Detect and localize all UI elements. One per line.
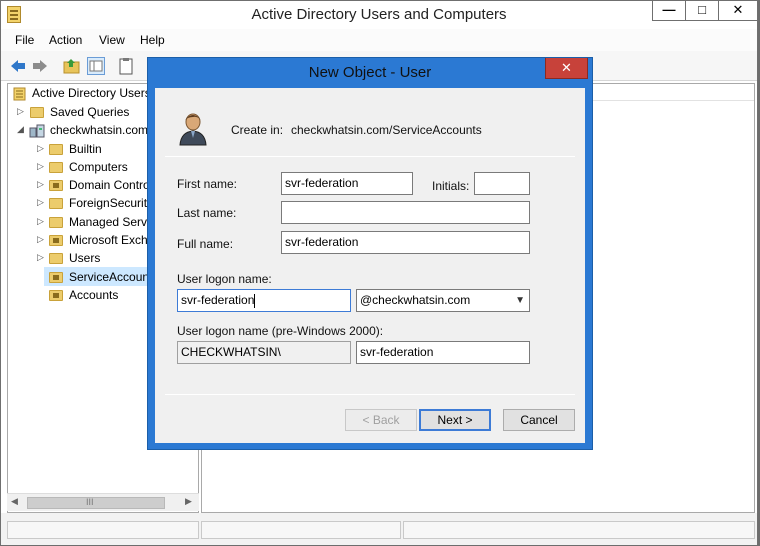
minimize-button[interactable]: — [652,1,686,21]
title-bar: Active Directory Users and Computers — □… [1,1,758,29]
menu-file[interactable]: File [15,33,34,47]
domain-icon [29,124,45,138]
menu-bar: File Action View Help [1,29,757,51]
ou-folder-icon [49,272,63,283]
tree-item-label: ServiceAccount [69,270,153,284]
user-logon-name-field[interactable]: svr-federation [177,289,351,312]
tree-item-label: Users [69,251,101,265]
full-name-label: Full name: [177,237,234,251]
folder-icon [49,162,63,173]
expand-arrow-icon[interactable]: ▷ [37,161,44,172]
initials-label: Initials: [432,179,470,193]
menu-action[interactable]: Action [49,33,82,47]
expand-arrow-icon[interactable]: ▷ [37,252,44,263]
folder-icon [30,107,44,118]
status-bar [1,513,757,545]
new-object-user-dialog: New Object - User ✕ Create in: checkwhat… [147,57,593,450]
expand-arrow-icon[interactable]: ▷ [17,106,24,117]
tree-item-label: ForeignSecurity [69,196,154,210]
user-icon [179,113,207,146]
dialog-close-button[interactable]: ✕ [545,58,588,79]
tree-item-label: Microsoft Excha [69,233,155,247]
back-button[interactable]: < Back [345,409,417,431]
last-name-field[interactable] [281,201,530,224]
last-name-label: Last name: [177,206,237,220]
scrollbar-grip-icon: III [86,497,94,507]
user-logon-name-value: svr-federation [181,293,255,307]
tree-item-label: Saved Queries [50,105,130,119]
text-caret [254,293,256,308]
ad-root-icon [13,87,26,101]
pre-windows-2000-logon-field[interactable]: svr-federation [356,341,530,364]
show-console-tree-icon[interactable] [87,57,105,75]
dialog-title: New Object - User [308,64,432,81]
collapse-arrow-icon[interactable]: ◢ [17,124,24,135]
first-name-field[interactable]: svr-federation [281,172,413,195]
scroll-left-icon[interactable]: ◀ [11,496,18,507]
user-logon-name-label: User logon name: [177,272,272,286]
next-button[interactable]: Next > [419,409,491,431]
status-cell [201,521,401,539]
chevron-down-icon[interactable]: ▼ [515,290,525,311]
tree-root-label: Active Directory Users [32,86,151,100]
domain-suffix-dropdown[interactable]: @checkwhatsin.com ▼ [356,289,530,312]
pre-windows-2000-domain: CHECKWHATSIN\ [177,341,351,364]
tree-item-label: Computers [69,160,128,174]
expand-arrow-icon[interactable]: ▷ [37,197,44,208]
forward-arrow-icon[interactable] [31,57,49,75]
close-window-button[interactable]: ✕ [718,1,758,21]
ou-folder-icon [49,235,63,246]
expand-arrow-icon[interactable]: ▷ [37,216,44,227]
expand-arrow-icon[interactable]: ▷ [37,234,44,245]
separator [165,156,575,157]
folder-icon [49,253,63,264]
status-cell [403,521,755,539]
tree-item-label: Accounts [69,288,119,302]
full-name-field[interactable]: svr-federation [281,231,530,254]
menu-help[interactable]: Help [140,33,165,47]
tree-item-label: Builtin [69,142,102,156]
domain-suffix-value: @checkwhatsin.com [360,293,471,307]
expand-arrow-icon[interactable]: ▷ [37,179,44,190]
horizontal-scrollbar[interactable]: ◀ III ▶ [7,493,199,511]
create-in-label: Create in: [231,123,284,137]
status-cell [7,521,199,539]
folder-icon [49,198,63,209]
tree-item-label: checkwhatsin.com [50,123,149,137]
scrollbar-thumb[interactable]: III [27,497,165,509]
expand-arrow-icon[interactable]: ▷ [37,143,44,154]
window-title: Active Directory Users and Computers [251,6,507,23]
tree-item-label: Domain Contro [69,178,150,192]
folder-icon [49,144,63,155]
folder-icon [49,217,63,228]
ou-folder-icon [49,180,63,191]
dialog-body: Create in: checkwhatsin.com/ServiceAccou… [155,88,585,443]
ou-folder-icon [49,290,63,301]
cancel-button[interactable]: Cancel [503,409,575,431]
first-name-label: First name: [177,177,238,191]
separator [165,394,575,395]
scroll-right-icon[interactable]: ▶ [185,496,192,507]
up-folder-icon[interactable] [63,57,81,75]
maximize-button[interactable]: □ [685,1,719,21]
back-arrow-icon[interactable] [9,57,27,75]
clipboard-icon[interactable] [117,57,135,75]
tree-item-label: Managed Servic [69,215,156,229]
initials-field[interactable] [474,172,530,195]
menu-view[interactable]: View [99,33,125,47]
create-in-path: checkwhatsin.com/ServiceAccounts [291,123,482,137]
pre-windows-2000-label: User logon name (pre-Windows 2000): [177,324,384,338]
